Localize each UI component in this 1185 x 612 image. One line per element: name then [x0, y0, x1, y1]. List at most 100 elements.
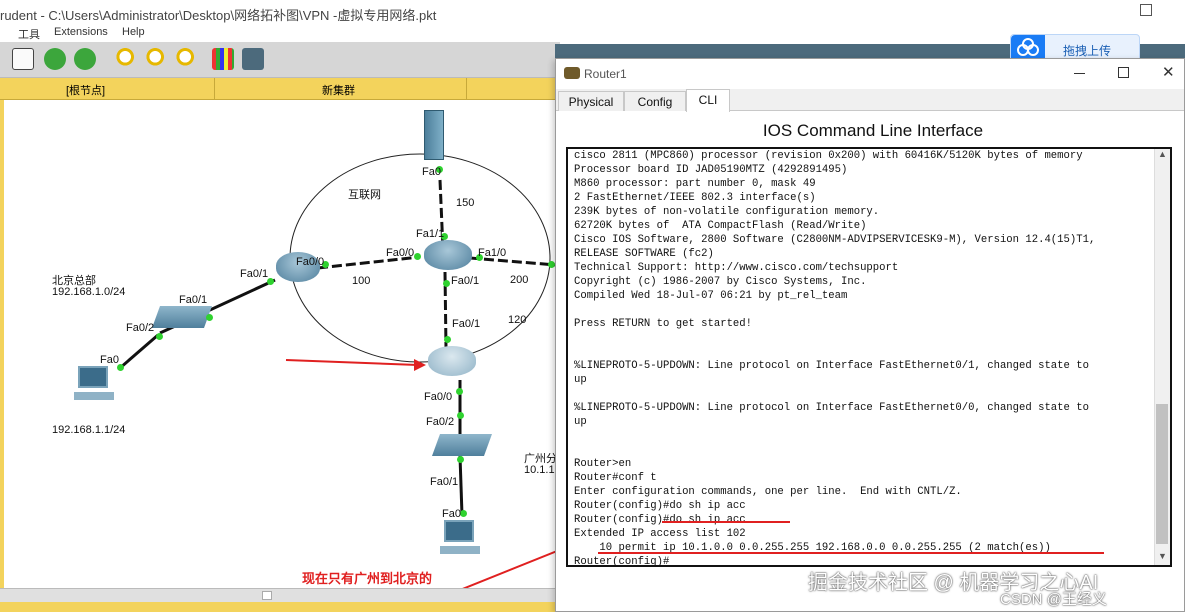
zoom-reset-icon[interactable]: [142, 48, 164, 70]
zoom-in-icon[interactable]: [112, 48, 134, 70]
cli-line: [574, 429, 1154, 443]
cli-line: Compiled Wed 18-Jul-07 06:21 by pt_rel_t…: [574, 290, 848, 302]
interface-label: Fa0/1: [240, 268, 269, 280]
scrollbar-thumb[interactable]: [262, 591, 272, 600]
interface-label: Fa0: [422, 166, 441, 178]
link-dot: [457, 456, 464, 463]
horizontal-scrollbar[interactable]: [0, 588, 560, 602]
root-node-tab[interactable]: [根节点]: [66, 82, 105, 98]
interface-label: Fa0: [100, 354, 119, 366]
link-dot: [443, 280, 450, 287]
cli-line: %LINEPROTO-5-UPDOWN: Line protocol on In…: [574, 402, 1089, 414]
internet-label: 互联网: [348, 189, 381, 201]
interface-label: Fa0/2: [126, 322, 155, 334]
cli-line: Press RETURN to get started!: [574, 318, 753, 330]
restore-window-icon[interactable]: [1140, 4, 1152, 16]
guangzhou-router-icon[interactable]: [428, 346, 476, 376]
cli-line: up: [574, 416, 587, 428]
cli-line: [574, 331, 1154, 345]
interface-label: Fa0/2: [426, 416, 455, 428]
cli-line: Router(config)#do sh ip acc: [574, 514, 746, 526]
router-dialog: Router1 ✕ Physical Config CLI IOS Comman…: [555, 58, 1185, 612]
dialog-tabs: Physical Config CLI: [556, 89, 1184, 112]
interface-label: Fa0: [442, 508, 461, 520]
beijing-pc-icon[interactable]: [74, 366, 114, 402]
cli-scroll-thumb[interactable]: [1156, 404, 1168, 544]
workspace-breadcrumb: [根节点] 新集群: [0, 78, 560, 100]
tab-physical[interactable]: Physical: [558, 91, 624, 111]
cli-line: Processor board ID JAD05190MTZ (42928914…: [574, 164, 848, 176]
cli-line: 62720K bytes of ATA CompactFlash (Read/W…: [574, 220, 867, 232]
guangzhou-net: 10.1.1: [524, 464, 555, 476]
cli-output: cisco 2811 (MPC860) processor (revision …: [574, 149, 1154, 565]
close-icon[interactable]: ✕: [1162, 63, 1175, 81]
beijing-pc-ip: 192.168.1.1/24: [52, 424, 126, 436]
link-dot: [444, 336, 451, 343]
highlight-underline: [598, 552, 1104, 554]
zoom-out-icon[interactable]: [172, 48, 194, 70]
scroll-up-icon[interactable]: ▲: [1158, 149, 1167, 159]
drag-upload-label: 拖拽上传: [1063, 44, 1112, 58]
beijing-net: 192.168.1.0/24: [52, 286, 126, 298]
interface-label: Fa0/1: [179, 294, 208, 306]
menu-extensions[interactable]: Extensions: [54, 26, 108, 38]
new-cluster-tab[interactable]: 新集群: [322, 82, 355, 98]
cli-line: %LINEPROTO-5-UPDOWN: Line protocol on In…: [574, 360, 1089, 372]
cli-line: Router(config)#do sh ip acc: [574, 500, 746, 512]
link-dot: [456, 388, 463, 395]
cli-heading: IOS Command Line Interface: [762, 121, 984, 140]
cli-line: Copyright (c) 1986-2007 by Cisco Systems…: [574, 276, 867, 288]
minimize-icon[interactable]: [1074, 73, 1085, 74]
cli-line: 2 FastEthernet/IEEE 802.3 interface(s): [574, 192, 816, 204]
cli-line: Extended IP access list 102: [574, 528, 746, 540]
cli-line: Router#conf t: [574, 472, 657, 484]
link-dot: [206, 314, 213, 321]
link-cost-label: 150: [456, 197, 475, 209]
guangzhou-switch-icon[interactable]: [431, 434, 493, 456]
tab-config[interactable]: Config: [624, 91, 686, 111]
interface-label: Fa0/0: [296, 256, 325, 268]
link-dot: [548, 261, 555, 268]
link-cost-label: 200: [510, 274, 529, 286]
guangzhou-pc-icon[interactable]: [440, 520, 480, 556]
redo-icon[interactable]: [74, 48, 96, 70]
cli-line: [574, 345, 1154, 359]
cli-line: [574, 303, 1154, 317]
document-icon[interactable]: [12, 48, 34, 70]
server-icon[interactable]: [424, 110, 444, 160]
cli-scrollbar[interactable]: ▲ ▼: [1154, 149, 1170, 565]
undo-icon[interactable]: [44, 48, 66, 70]
cli-line: [574, 443, 1154, 457]
annotation-text: 现在只有广州到北京的: [302, 571, 433, 586]
beijing-switch-icon[interactable]: [151, 306, 213, 328]
logical-workspace[interactable]: 互联网 北京总部 192.168.1.0/24 192.168.1.1/24 广…: [0, 100, 560, 588]
cli-line: Enter configuration commands, one per li…: [574, 486, 962, 498]
scroll-down-icon[interactable]: ▼: [1158, 551, 1167, 561]
toolbar: [0, 42, 560, 78]
dialog-titlebar: Router1 ✕: [556, 59, 1184, 89]
menu-help[interactable]: Help: [122, 26, 145, 38]
device-dialog-icon[interactable]: [242, 48, 264, 70]
tab-cli[interactable]: CLI: [686, 89, 730, 112]
dialog-title: Router1: [584, 67, 627, 81]
core-router-icon[interactable]: [424, 240, 472, 270]
cli-line: up: [574, 374, 587, 386]
interface-label: Fa0/1: [452, 318, 481, 330]
cli-line: 239K bytes of non-volatile configuration…: [574, 206, 880, 218]
topology-links: [119, 153, 556, 588]
menu-tools[interactable]: 工具: [18, 26, 40, 42]
cli-line: M860 processor: part number 0, mask 49: [574, 178, 816, 190]
palette-icon[interactable]: [212, 48, 234, 70]
maximize-icon[interactable]: [1118, 67, 1129, 78]
interface-label: Fa0/1: [451, 275, 480, 287]
link-dot: [414, 253, 421, 260]
link-cost-label: 100: [352, 275, 371, 287]
link-cost-label: 120: [508, 314, 527, 326]
link-dot: [457, 412, 464, 419]
watermark-sub: CSDN @王经义: [1000, 591, 1107, 608]
link-dot: [156, 333, 163, 340]
cli-terminal[interactable]: cisco 2811 (MPC860) processor (revision …: [566, 147, 1172, 567]
interface-label: Fa0/1: [430, 476, 459, 488]
link-dot: [460, 510, 467, 517]
status-strip: [0, 602, 560, 612]
